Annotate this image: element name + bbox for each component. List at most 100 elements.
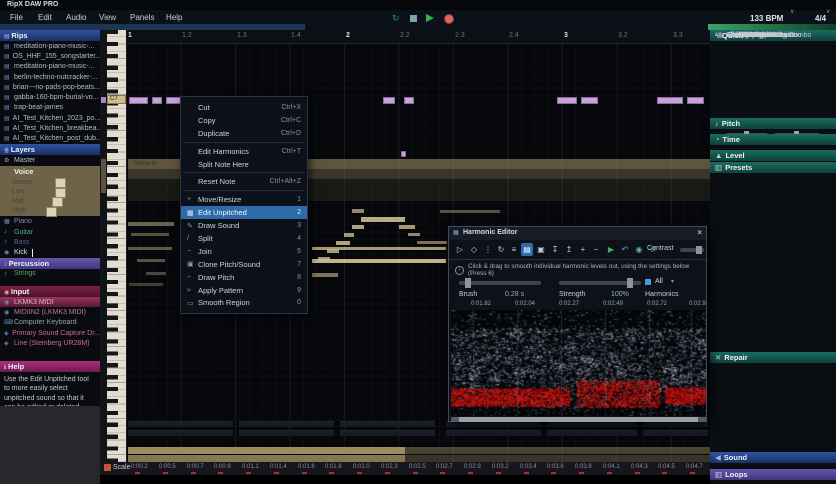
he-tool-icon[interactable]: ▶ — [605, 243, 617, 256]
midi-note[interactable] — [383, 97, 395, 104]
he-tool-icon[interactable]: ↥ — [563, 243, 575, 256]
help-section-header[interactable]: ℹ Help — [0, 361, 100, 372]
he-tool-icon[interactable]: ◇ — [468, 243, 480, 256]
sound-section-header[interactable]: ◀Sound — [710, 452, 836, 463]
context-menu-item[interactable]: ▣ Clone Pitch/Sound 7 — [181, 258, 307, 271]
rip-file-item[interactable]: ▤AI_Test_Kitchen_2023_po... — [0, 113, 100, 123]
voice-sub-channel[interactable]: High — [0, 206, 100, 216]
menubar-item[interactable]: Help — [166, 13, 182, 22]
menubar-item[interactable]: Panels — [130, 13, 154, 22]
metronome-icon[interactable]: ↻ — [392, 13, 400, 24]
he-tool-icon[interactable]: ▷ — [454, 243, 466, 256]
context-menu-item[interactable]: Copy Ctrl+C — [181, 114, 307, 127]
drum-lane-bar[interactable] — [128, 421, 233, 427]
layer-item[interactable]: ♪Bass — [0, 237, 100, 247]
pitch-trace[interactable] — [408, 233, 420, 236]
rip-file-item[interactable]: ▤gabba-160-bpm-burial-vo... — [0, 92, 100, 102]
input-section-header[interactable]: ◉ Input — [0, 286, 100, 297]
drum-lane-bar[interactable] — [446, 430, 541, 436]
audio-region-bar[interactable] — [405, 455, 710, 462]
pitch-trace[interactable] — [352, 209, 364, 213]
pitch-trace[interactable] — [131, 233, 169, 236]
voice-sub-channel[interactable]: Mid — [0, 196, 100, 206]
layer-item-percussion[interactable]: ♪ Percussion — [0, 258, 100, 269]
loops-section-header[interactable]: ▥Loops — [710, 469, 836, 480]
pitch-trace[interactable] — [137, 259, 165, 262]
he-scrollbar[interactable] — [451, 417, 706, 422]
drum-lane-bar[interactable] — [547, 430, 637, 436]
input-device-item[interactable]: ◉MIDIIN2 (LKMK3 MIDI) — [0, 307, 100, 317]
harmonics-dropdown[interactable]: All — [655, 278, 663, 285]
he-tool-icon[interactable]: ▤ — [521, 243, 533, 256]
voice-sub-channel[interactable]: Low — [0, 187, 100, 197]
record-button[interactable] — [444, 14, 454, 24]
drum-lane-bar[interactable] — [340, 430, 435, 436]
context-menu-item[interactable]: ✎ Draw Sound 3 — [181, 219, 307, 232]
he-tool-icon[interactable]: ◉ — [633, 243, 645, 256]
context-menu-item[interactable]: Duplicate Ctrl+D — [181, 127, 307, 140]
context-menu-item[interactable]: Cut Ctrl+X — [181, 101, 307, 114]
layer-item-strings[interactable]: ♪Strings — [0, 269, 100, 279]
he-tool-icon[interactable]: + — [577, 243, 589, 256]
contrast-slider-handle[interactable] — [696, 246, 702, 254]
drum-lane-bar[interactable] — [239, 430, 334, 436]
pitch-trace[interactable] — [146, 272, 166, 275]
pitch-trace[interactable] — [312, 247, 446, 250]
he-tool-icon[interactable]: ▣ — [535, 243, 547, 256]
pitch-trace[interactable] — [128, 222, 174, 226]
voice-sub-channel[interactable]: Stereo — [0, 177, 100, 187]
layer-item-voice[interactable]: ♪Voice — [0, 166, 100, 177]
presets-section-header[interactable]: ▥Presets — [710, 162, 836, 173]
rip-file-item[interactable]: ▤meditation-piano-music-... — [0, 41, 100, 51]
rip-file-item[interactable]: ▤OS_HHF_155_songstarter... — [0, 51, 100, 61]
menubar-item[interactable]: File — [10, 13, 23, 22]
he-tool-icon[interactable]: ↶ — [619, 243, 631, 256]
rip-file-item[interactable]: ▤AI_Test_Kitchen_breakbea... — [0, 123, 100, 133]
input-device-item[interactable]: ◉LKMK3 MIDI — [0, 297, 100, 307]
pitch-trace[interactable] — [129, 283, 163, 286]
layer-item-master[interactable]: ⚙Master — [0, 155, 100, 165]
audio-region-bar[interactable] — [128, 455, 405, 462]
midi-note[interactable] — [129, 97, 148, 104]
he-tool-icon[interactable]: ↻ — [495, 243, 507, 256]
context-menu-item[interactable]: / Split 4 — [181, 232, 307, 245]
close-icon[interactable]: × — [697, 228, 702, 237]
drum-lane-bar[interactable] — [643, 430, 708, 436]
drum-lane-bar[interactable] — [239, 421, 334, 427]
he-tool-icon[interactable]: ≡ — [508, 243, 520, 256]
midi-note[interactable] — [557, 97, 577, 104]
context-menu-item[interactable]: + Move/Resize 1 — [181, 193, 307, 206]
input-device-item[interactable]: ◈Primary Sound Capture Dr... — [0, 328, 100, 338]
layer-item[interactable]: ◉Kick — [0, 248, 100, 258]
rip-file-item[interactable]: ▤berlin-techno-nutcracker-... — [0, 72, 100, 82]
bpm-display[interactable]: 133 BPM — [750, 14, 783, 23]
drum-lane-bar[interactable] — [128, 430, 233, 436]
pitch-trace[interactable] — [361, 217, 405, 222]
context-menu-item[interactable]: Reset Note Ctrl+Alt+Z — [181, 175, 307, 188]
menubar-item[interactable]: Edit — [38, 13, 52, 22]
audio-region-bar[interactable] — [128, 447, 405, 454]
time-signature-spinner-icon[interactable]: ∨ — [826, 8, 830, 15]
midi-note[interactable] — [581, 97, 598, 104]
pitch-trace[interactable] — [344, 233, 354, 237]
strength-slider[interactable] — [559, 281, 641, 285]
stop-button[interactable] — [410, 15, 417, 22]
layer-item[interactable]: ▦Piano — [0, 217, 100, 227]
rips-section-header[interactable]: ▤ Rips — [0, 30, 100, 41]
context-menu-item[interactable]: ≈ Apply Pattern 9 — [181, 284, 307, 297]
chevron-down-icon[interactable]: ▾ — [671, 278, 674, 285]
harmonic-spectrogram[interactable] — [451, 310, 706, 416]
drum-lane-bar[interactable] — [340, 421, 435, 427]
brush-slider-handle[interactable] — [465, 278, 471, 288]
strength-slider-handle[interactable] — [627, 278, 633, 288]
context-menu-item[interactable]: Edit Harmonics Ctrl+T — [181, 145, 307, 158]
he-tool-icon[interactable]: − — [590, 243, 602, 256]
harmonic-editor-titlebar[interactable]: ▦ Harmonic Editor × — [449, 227, 706, 240]
rip-file-item[interactable]: ▤brian---no-pads-pop-beats... — [0, 82, 100, 92]
pitch-trace[interactable] — [336, 241, 350, 245]
pitch-trace[interactable] — [417, 241, 447, 244]
midi-note[interactable] — [152, 97, 162, 104]
contrast-slider[interactable] — [680, 248, 704, 252]
audio-region-bar[interactable] — [405, 447, 710, 454]
rip-file-item[interactable]: ▤meditation-piano-music-... — [0, 62, 100, 72]
